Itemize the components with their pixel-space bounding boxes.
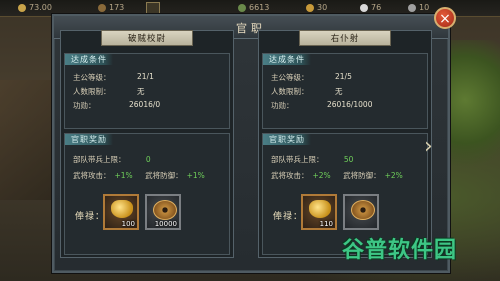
gold-ingot-icon xyxy=(309,200,331,218)
salary-label: 俸禄： xyxy=(75,212,106,222)
section-header: 官职奖励 xyxy=(65,134,113,145)
reward-item-coin[interactable] xyxy=(343,194,379,230)
resource-6: 10 xyxy=(408,3,429,12)
condition-level: 主公等级： 21/1 xyxy=(73,72,154,82)
resource-icon xyxy=(306,3,314,12)
gold-ingot-icon xyxy=(111,200,133,218)
resource-icon xyxy=(238,3,246,12)
copper-coin-icon xyxy=(351,200,375,220)
resource-icon xyxy=(18,3,26,12)
general-stats: 武将攻击： +1% 武将防御： +1% xyxy=(73,171,205,180)
condition-level: 主公等级： 21/5 xyxy=(271,72,352,82)
resource-icon xyxy=(408,3,416,12)
rewards-section: 官职奖励 部队带兵上限： 0 武将攻击： +1% 武将防御： +1% 俸禄： 100… xyxy=(64,133,230,255)
current-rank-panel: 破贼校尉 达成条件 主公等级： 21/1 人数限制： 无 功勋： 26016/0… xyxy=(60,30,234,258)
reward-item-coin[interactable]: 10000 xyxy=(145,194,181,230)
resource-4: 30 xyxy=(306,3,327,12)
condition-merit: 功勋： 26016/1000 xyxy=(271,100,373,110)
resource-2: 173 xyxy=(98,3,124,12)
resource-value: 76 xyxy=(371,3,382,12)
resource-value: 10 xyxy=(419,3,430,12)
resource-value: 6613 xyxy=(249,3,270,12)
rank-name: 破贼校尉 xyxy=(101,30,193,46)
general-stats: 武将攻击： +2% 武将防御： +2% xyxy=(271,171,403,180)
resource-1: 73.00 xyxy=(18,3,52,12)
resource-value: 173 xyxy=(109,3,125,12)
condition-limit: 人数限制： 无 xyxy=(271,87,343,96)
reward-item-gold[interactable]: 110 xyxy=(301,194,337,230)
resource-5: 76 xyxy=(360,3,381,12)
next-rank-arrow-icon[interactable]: › xyxy=(424,134,438,160)
resource-value: 30 xyxy=(317,3,328,12)
close-button[interactable]: × xyxy=(434,7,456,29)
section-header: 达成条件 xyxy=(65,54,113,65)
section-header: 官职奖励 xyxy=(263,134,311,145)
resource-icon xyxy=(360,3,368,12)
rank-name: 右仆射 xyxy=(299,30,391,46)
section-header: 达成条件 xyxy=(263,54,311,65)
resource-value: 73.00 xyxy=(29,3,52,12)
watermark-logo: 谷普软件园 xyxy=(342,238,458,263)
condition-merit: 功勋： 26016/0 xyxy=(73,100,161,110)
resource-icon xyxy=(98,3,106,12)
resource-3: 6613 xyxy=(238,3,269,12)
condition-limit: 人数限制： 无 xyxy=(73,87,145,96)
troop-limit: 部队带兵上限： 50 xyxy=(271,155,354,164)
next-rank-panel: 右仆射 达成条件 主公等级： 21/5 人数限制： 无 功勋： 26016/10… xyxy=(258,30,432,258)
reward-item-gold[interactable]: 100 xyxy=(103,194,139,230)
troop-limit: 部队带兵上限： 0 xyxy=(73,155,151,164)
conditions-section: 达成条件 主公等级： 21/5 人数限制： 无 功勋： 26016/1000 xyxy=(262,53,428,129)
copper-coin-icon xyxy=(153,200,177,220)
salary-label: 俸禄： xyxy=(273,212,304,222)
conditions-section: 达成条件 主公等级： 21/1 人数限制： 无 功勋： 26016/0 xyxy=(64,53,230,129)
